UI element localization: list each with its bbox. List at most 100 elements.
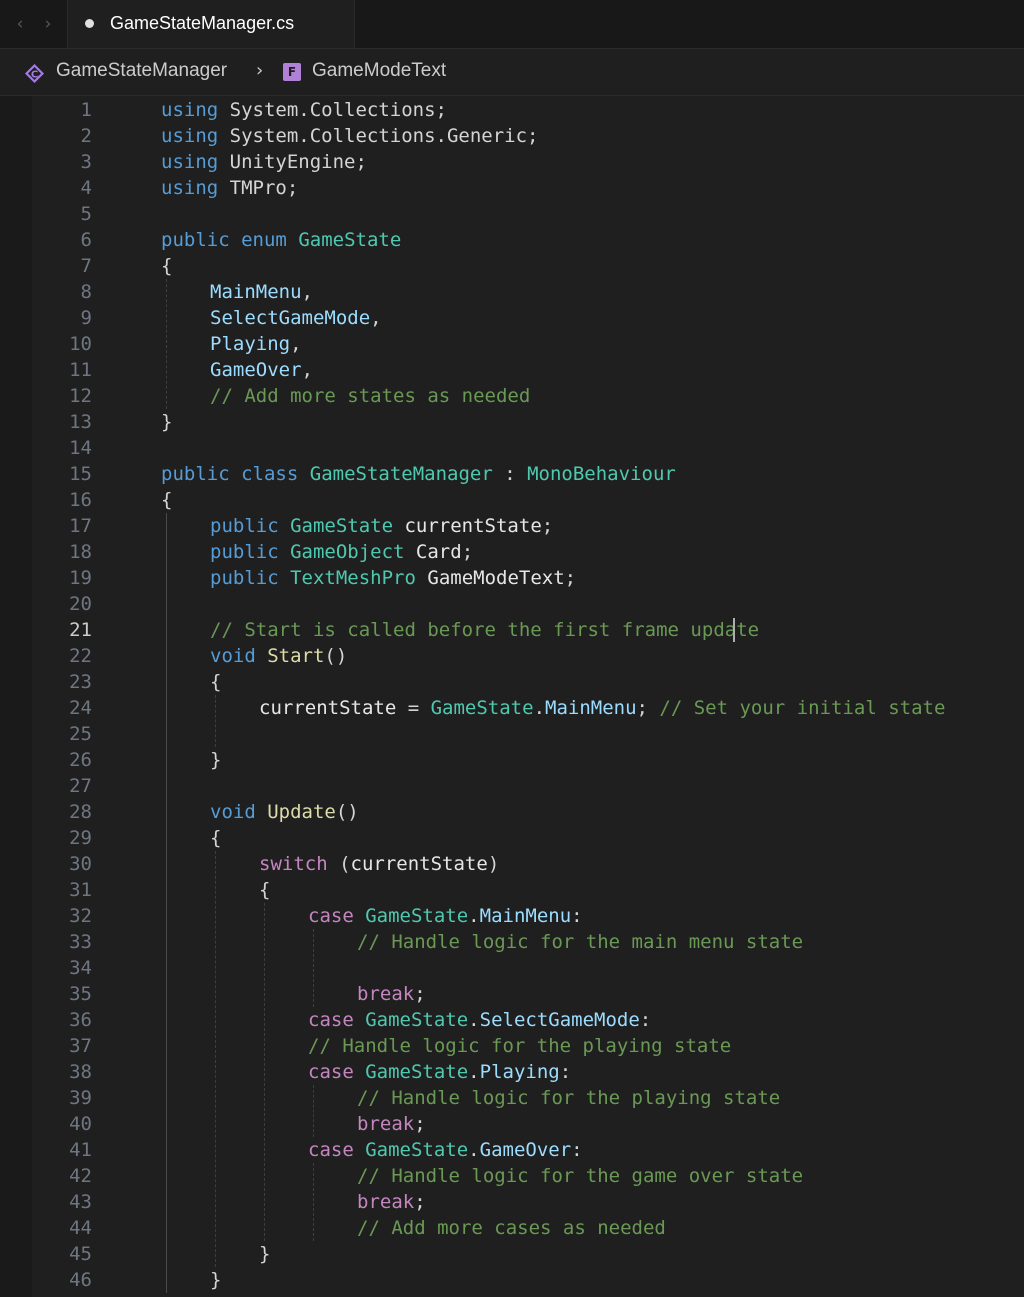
code-line[interactable]: 6 public enum GameState bbox=[0, 227, 1024, 253]
code-line[interactable]: 27 bbox=[0, 773, 1024, 799]
code-line[interactable]: 20 bbox=[0, 591, 1024, 617]
code-editor[interactable]: 1 using System.Collections; 2 using System.… bbox=[0, 96, 1024, 1297]
line-number: 24 bbox=[69, 697, 92, 719]
editor-tab-active[interactable]: GameStateManager.cs bbox=[67, 0, 355, 48]
line-number: 23 bbox=[69, 671, 92, 693]
code-line[interactable]: 25 bbox=[0, 721, 1024, 747]
code-text: MainMenu, bbox=[210, 279, 313, 305]
line-number: 28 bbox=[69, 801, 92, 823]
code-text: public TextMeshPro GameModeText; bbox=[210, 565, 576, 591]
code-token: public bbox=[210, 541, 279, 563]
code-line[interactable]: 30 switch (currentState) bbox=[0, 851, 1024, 877]
code-token: ; bbox=[414, 1191, 426, 1213]
code-token: // Handle logic for the main menu state bbox=[357, 931, 804, 953]
code-line[interactable]: 46} bbox=[0, 1267, 1024, 1293]
code-line[interactable]: 23 { bbox=[0, 669, 1024, 695]
code-token: void bbox=[210, 645, 256, 667]
code-line[interactable]: 36 case GameState.SelectGameMode: bbox=[0, 1007, 1024, 1033]
code-line[interactable]: 43 break; bbox=[0, 1189, 1024, 1215]
code-line[interactable]: 33 // Handle logic for the main menu stat… bbox=[0, 929, 1024, 955]
code-line[interactable]: 38 case GameState.Playing: bbox=[0, 1059, 1024, 1085]
code-line[interactable]: 14 bbox=[0, 435, 1024, 461]
code-line[interactable]: 32 case GameState.MainMenu: bbox=[0, 903, 1024, 929]
code-line[interactable]: 16 { bbox=[0, 487, 1024, 513]
line-number: 6 bbox=[80, 229, 92, 251]
code-token: SelectGameMode bbox=[479, 1009, 640, 1031]
code-line[interactable]: 35 break; bbox=[0, 981, 1024, 1007]
line-number: 30 bbox=[69, 853, 92, 875]
code-line[interactable]: 26} bbox=[0, 747, 1024, 773]
code-token: () bbox=[324, 645, 348, 667]
code-text: } bbox=[210, 1267, 221, 1293]
code-token: () bbox=[335, 801, 359, 823]
code-token: ; bbox=[414, 1113, 426, 1135]
code-token: using bbox=[161, 125, 219, 147]
code-line[interactable]: 28 void Update() bbox=[0, 799, 1024, 825]
code-token: System.Collections; bbox=[218, 99, 447, 121]
code-line[interactable]: 15 public class GameStateManager : MonoBe… bbox=[0, 461, 1024, 487]
code-line[interactable]: 13} bbox=[0, 409, 1024, 435]
code-token: currentState bbox=[259, 697, 397, 719]
line-number: 31 bbox=[69, 879, 92, 901]
code-token: . bbox=[533, 697, 546, 719]
code-line[interactable]: 24 currentState = GameState.MainMenu; // … bbox=[0, 695, 1024, 721]
line-number: 37 bbox=[69, 1035, 92, 1057]
code-line[interactable]: 22 void Start() bbox=[0, 643, 1024, 669]
code-line[interactable]: 29 { bbox=[0, 825, 1024, 851]
code-line[interactable]: 18 public GameObject Card; bbox=[0, 539, 1024, 565]
code-line[interactable]: 34 bbox=[0, 955, 1024, 981]
code-line[interactable]: 44 // Add more cases as needed bbox=[0, 1215, 1024, 1241]
code-line[interactable]: 9 SelectGameMode, bbox=[0, 305, 1024, 331]
code-text: // Start is called before the first fram… bbox=[210, 617, 759, 643]
line-number: 8 bbox=[80, 281, 92, 303]
code-token: GameModeText bbox=[415, 567, 565, 589]
code-line[interactable]: 8 MainMenu, bbox=[0, 279, 1024, 305]
code-line[interactable]: 3 using UnityEngine; bbox=[0, 149, 1024, 175]
chevron-right-icon[interactable]: › bbox=[36, 10, 60, 38]
code-token: // Handle logic for the playing state bbox=[308, 1035, 732, 1057]
code-line[interactable]: 17 public GameState currentState; bbox=[0, 513, 1024, 539]
code-line[interactable]: 11 GameOver, bbox=[0, 357, 1024, 383]
breadcrumb-item-class[interactable]: GameStateManager bbox=[56, 60, 227, 82]
code-line[interactable]: 4 using TMPro; bbox=[0, 175, 1024, 201]
code-text: switch (currentState) bbox=[259, 851, 499, 877]
code-line[interactable]: 21 // Start is called before the first fr… bbox=[0, 617, 1024, 643]
code-line[interactable]: 40 break; bbox=[0, 1111, 1024, 1137]
code-token: break bbox=[357, 983, 415, 1005]
code-token: GameState bbox=[365, 1009, 469, 1031]
code-text: using System.Collections; bbox=[161, 97, 447, 123]
code-line[interactable]: 41 case GameState.GameOver: bbox=[0, 1137, 1024, 1163]
code-line[interactable]: 39 // Handle logic for the playing state bbox=[0, 1085, 1024, 1111]
code-line[interactable]: 37 // Handle logic for the playing state bbox=[0, 1033, 1024, 1059]
code-token: // Handle logic for the playing state bbox=[357, 1087, 781, 1109]
code-token: MainMenu bbox=[210, 281, 302, 303]
unsaved-dot-icon[interactable] bbox=[85, 19, 94, 28]
code-line[interactable]: 19 public TextMeshPro GameModeText; bbox=[0, 565, 1024, 591]
code-line[interactable]: 10 Playing, bbox=[0, 331, 1024, 357]
line-number: 19 bbox=[69, 567, 92, 589]
line-number: 29 bbox=[69, 827, 92, 849]
code-line[interactable]: 45} bbox=[0, 1241, 1024, 1267]
code-token: void bbox=[210, 801, 256, 823]
code-line[interactable]: 2 using System.Collections.Generic; bbox=[0, 123, 1024, 149]
code-line[interactable]: 42 // Handle logic for the game over stat… bbox=[0, 1163, 1024, 1189]
code-line[interactable]: 12 // Add more states as needed bbox=[0, 383, 1024, 409]
chevron-left-icon[interactable]: ‹ bbox=[8, 10, 32, 38]
line-number: 7 bbox=[80, 255, 92, 277]
code-line[interactable]: 31 { bbox=[0, 877, 1024, 903]
breadcrumb-item-field[interactable]: GameModeText bbox=[312, 60, 446, 82]
line-number: 34 bbox=[69, 957, 92, 979]
line-number: 26 bbox=[69, 749, 92, 771]
line-number: 20 bbox=[69, 593, 92, 615]
line-number: 10 bbox=[69, 333, 92, 355]
code-line[interactable]: 5 bbox=[0, 201, 1024, 227]
code-token: GameObject bbox=[290, 541, 405, 563]
code-token: Playing bbox=[210, 333, 291, 355]
code-line[interactable]: 7{ bbox=[0, 253, 1024, 279]
code-line[interactable]: 1 using System.Collections; bbox=[0, 97, 1024, 123]
code-token: : bbox=[571, 905, 583, 927]
